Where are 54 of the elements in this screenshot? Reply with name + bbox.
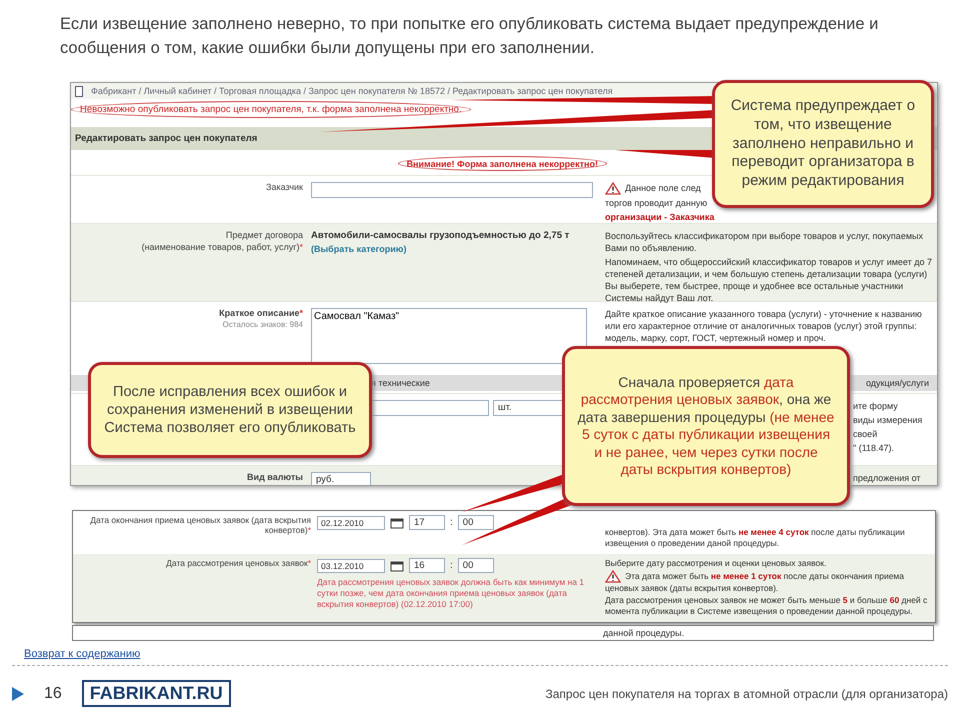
help-text: Воспользуйтесь классификатором при выборе товаров и услуг, покупаемых Вами по объявлению. xyxy=(605,230,924,254)
minute-select[interactable]: 00 xyxy=(458,558,494,573)
breadcrumb: Фабрикант / Личный кабинет / Торговая площадка / Запрос цен покупателя № 18572 / Редактировать запрос цен покупателя xyxy=(91,86,613,96)
description-textarea[interactable]: Самосвал "Камаз" xyxy=(311,308,587,364)
help-text: ите форму xyxy=(853,400,899,412)
calendar-icon[interactable] xyxy=(390,516,404,528)
calendar-icon[interactable] xyxy=(390,560,404,572)
field-label: Дата рассмотрения ценовых заявок* xyxy=(166,558,311,568)
field-label: Вид валюты xyxy=(247,472,303,482)
choose-category-link[interactable]: (Выбрать категорию) xyxy=(311,244,601,254)
slide-title: Если извещение заполнено неверно, то при попытке его опубликовать система выдает предупреждение и сообщения о том, какие ошибки были допущены при его заполнении. xyxy=(59,14,880,59)
callout-text: Сначала проверяется дата рассмотрения ценовых заявок, она же дата завершения процедуры (не менее 5 суток с даты публикации извещения и не ранее, чем через сутки после даты вскрытия конвертов) xyxy=(577,374,835,478)
hour-select[interactable]: 16 xyxy=(409,558,445,573)
help-text: Дата рассмотрения ценовых заявок не может быть меньше 5 и больше 60 дней с момента публикации в Системе извещения о проведении данной процедуры. xyxy=(605,595,928,617)
form-warning: Внимание! Форма заполнена некорректно! xyxy=(398,156,607,171)
help-text: Эта дата может быть не менее 1 суток после даты окончания приема ценовых заявок (даты вскрытия конвертов). xyxy=(605,570,906,594)
help-text: данной процедуры. xyxy=(603,628,684,638)
date-input[interactable]: 03.12.2010 xyxy=(317,558,385,572)
help-text: предложения от xyxy=(853,472,922,484)
minute-select[interactable]: 00 xyxy=(458,515,494,530)
unit-select[interactable]: шт. xyxy=(493,400,563,416)
customer-input[interactable] xyxy=(311,182,593,198)
help-text: организации - Заказчика xyxy=(605,211,716,224)
subject-value: Автомобили-самосвалы грузоподъемностью до 2,75 т xyxy=(311,230,570,241)
logo: FABRIKANT.RU xyxy=(82,680,231,707)
date-error: Дата рассмотрения ценовых заявок должна быть как минимум на 1 сутки позже, чем дата окончания приема ценовых заявок (дата вскрытия конвертов) (02.12.2010 17:00) xyxy=(317,577,586,610)
help-text: Выберите дату рассмотрения и оценки ценовых заявок. xyxy=(605,558,828,569)
quantity-input[interactable] xyxy=(371,400,489,416)
error-message: Невозможно опубликовать запрос цен покупателя, т.к. форма заполнена некорректно. xyxy=(71,100,471,118)
page-number: 16 xyxy=(44,684,62,702)
help-text: Напоминаем, что общероссийский классификатор товаров и услуг имеет до 7 степеней детализации, и чем большую степень детализации товара (услуги) Вы выберете, тем быстрее, проще и удобнее все остальные участники Системы найдут Ваш лот. xyxy=(605,256,933,304)
callout-text: После исправления всех ошибок и сохранения изменений в извещении Система позволяет его опубликовать xyxy=(103,382,357,438)
time-separator: : xyxy=(450,560,453,571)
field-label: Дата окончания приема ценовых заявок (дата вскрытия конвертов)* xyxy=(90,515,311,535)
field-sublabel: Осталось знаков: 984 xyxy=(222,320,303,329)
back-to-contents-link[interactable]: Возврат к содержанию xyxy=(24,648,140,660)
help-text: конвертов). Эта дата может быть не менее 4 суток после даты публикации извещения о проведении даной процедуры. xyxy=(605,527,906,549)
field-label: Краткое описание* xyxy=(219,308,303,318)
help-text: виды измерения xyxy=(853,414,924,426)
field-sublabel: (наименование товаров, работ, услуг)* xyxy=(142,242,303,252)
document-icon xyxy=(75,86,83,96)
help-text: своей xyxy=(853,428,878,440)
help-text: Дайте краткое описание указанного товара (услуги) - уточнение к названию или его характерное отличие от аналогичных товаров (услуг) этой группы: модель, марку, сорт, ГОСТ, чертежный номер и проч. xyxy=(605,308,923,344)
field-label: Предмет договора xyxy=(226,230,303,240)
field-label: Заказчик xyxy=(266,182,303,192)
currency-select[interactable]: руб. xyxy=(311,472,371,485)
help-text: " (118.47). xyxy=(853,442,896,454)
time-separator: : xyxy=(450,517,453,528)
footer-caption: Запрос цен покупателя на торгах в атомной отрасли (для организатора) xyxy=(546,686,948,700)
date-input[interactable]: 02.12.2010 xyxy=(317,516,385,530)
section-bar-note: одукция/услуги xyxy=(866,378,929,388)
play-icon xyxy=(12,686,24,700)
help-text: торгов проводит данную xyxy=(605,197,708,210)
hour-select[interactable]: 17 xyxy=(409,515,445,530)
